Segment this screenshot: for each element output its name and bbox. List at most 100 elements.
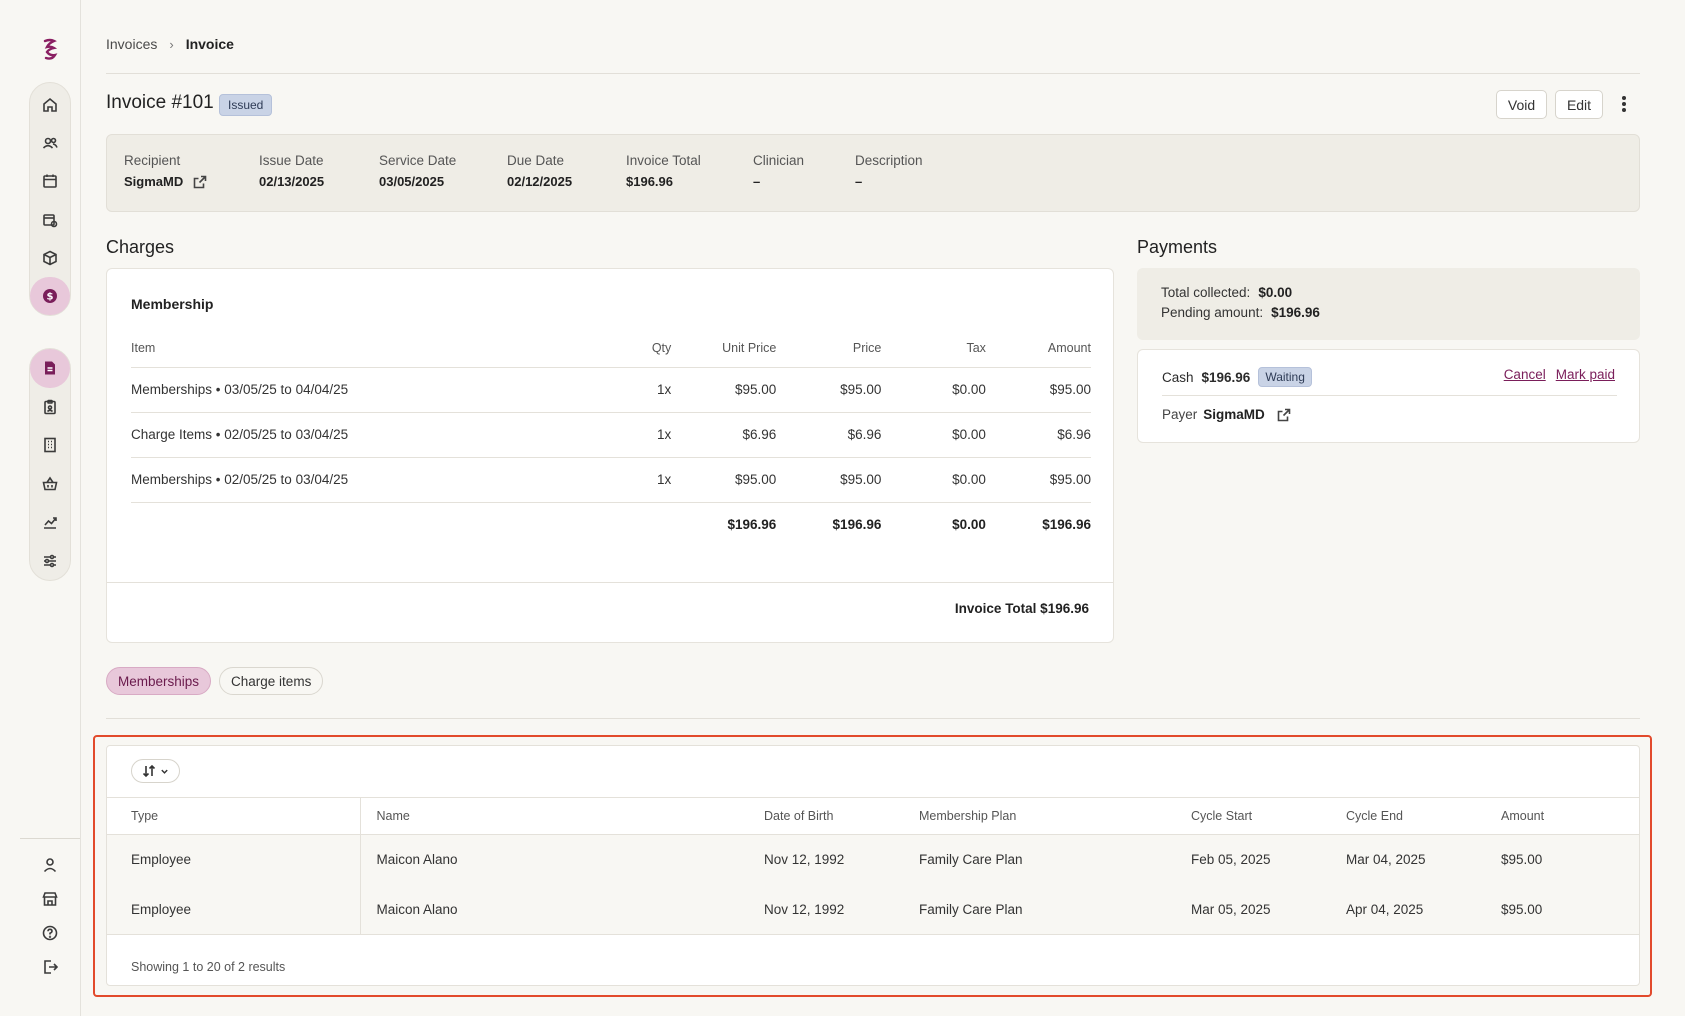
dollar-icon: $ [43, 288, 57, 303]
charges-divider [107, 582, 1113, 583]
nav-home[interactable] [30, 86, 70, 124]
box-icon [43, 250, 57, 266]
column-header-type[interactable]: Type [107, 797, 361, 835]
table-row: Memberships • 02/05/25 to 03/04/25 1x $9… [131, 457, 1091, 503]
nav-clinic[interactable] [30, 882, 70, 916]
charge-amount: $95.00 [985, 457, 1091, 503]
tab-memberships[interactable]: Memberships [106, 667, 212, 695]
nav-calendar[interactable] [30, 162, 70, 200]
edit-button[interactable]: Edit [1555, 90, 1603, 119]
charge-unit-price: $95.00 [671, 367, 777, 413]
header-divider [106, 73, 1640, 74]
external-link-icon[interactable] [1277, 408, 1291, 422]
pending-amount-row: Pending amount: $196.96 [1161, 305, 1616, 325]
payer-name: SigmaMD [1203, 407, 1265, 422]
nav-claims[interactable] [30, 388, 70, 427]
nav-schedule[interactable] [30, 201, 70, 239]
nav-group-primary: $ [29, 82, 71, 316]
column-header-cycle-end[interactable]: Cycle End [1330, 797, 1485, 835]
description-value: – [855, 174, 863, 189]
cell-amount: $95.00 [1485, 834, 1639, 885]
mark-paid-link[interactable]: Mark paid [1556, 367, 1615, 382]
total-collected-row: Total collected: $0.00 [1161, 285, 1616, 305]
tab-charge-items[interactable]: Charge items [219, 667, 324, 695]
cancel-payment-link[interactable]: Cancel [1504, 367, 1546, 382]
total-spacer [652, 502, 671, 547]
home-icon [43, 98, 57, 112]
column-header-dob[interactable]: Date of Birth [748, 797, 903, 835]
cell-name: Maicon Alano [360, 884, 748, 935]
charge-amount: $95.00 [985, 367, 1091, 413]
memberships-panel: Type Name Date of Birth Membership Plan … [106, 745, 1640, 986]
calendar-icon [43, 174, 57, 189]
column-header-amount[interactable]: Amount [1485, 797, 1639, 835]
tabs-divider [106, 718, 1640, 719]
nav-patients[interactable] [30, 124, 70, 162]
column-header-name[interactable]: Name [360, 797, 748, 835]
column-header: Price [776, 341, 882, 368]
nav-billing[interactable]: $ [30, 276, 70, 316]
summary-recipient: Recipient SigmaMD [124, 153, 207, 189]
table-row: Charge Items • 02/05/25 to 03/04/25 1x $… [131, 412, 1091, 458]
charges-title: Charges [106, 237, 175, 257]
total-amount: $196.96 [1042, 517, 1091, 533]
due-date-label: Due Date [507, 153, 565, 168]
users-icon [42, 137, 58, 149]
nav-store[interactable] [30, 465, 70, 504]
void-button[interactable]: Void [1496, 90, 1547, 119]
external-link-icon[interactable] [193, 175, 207, 189]
nav-products[interactable] [30, 239, 70, 277]
building-icon [44, 437, 56, 453]
charge-qty: 1x [651, 457, 672, 503]
cell-name: Maicon Alano [360, 834, 748, 885]
nav-group-account [29, 848, 71, 984]
invoice-total: Invoice Total $196.96 [954, 601, 1089, 616]
nav-organizations[interactable] [30, 426, 70, 465]
help-icon [42, 925, 58, 941]
charge-qty: 1x [651, 367, 672, 413]
nav-profile[interactable] [30, 848, 70, 882]
payment-status-badge: Waiting [1258, 367, 1312, 387]
nav-invoices[interactable] [30, 349, 70, 388]
sidebar-divider [20, 838, 80, 839]
table-header-row: Type Name Date of Birth Membership Plan … [107, 797, 1639, 835]
pending-amount-label: Pending amount: [1161, 305, 1264, 320]
column-header-plan[interactable]: Membership Plan [903, 797, 1175, 835]
total-collected-value: $0.00 [1258, 285, 1293, 300]
chevron-down-icon [161, 769, 168, 774]
table-row[interactable]: Employee Maicon Alano Nov 12, 1992 Famil… [107, 884, 1639, 935]
nav-help[interactable] [30, 916, 70, 950]
payments-summary: Total collected: $0.00 Pending amount: $… [1137, 268, 1640, 340]
payer-label: Payer [1162, 407, 1198, 422]
charge-item: Memberships • 03/05/25 to 04/04/25 [131, 367, 652, 413]
logo-icon [43, 38, 58, 60]
total-price: $196.96 [832, 517, 882, 533]
charge-price: $95.00 [776, 367, 882, 413]
logo[interactable] [38, 36, 62, 64]
summary-description: Description – [855, 153, 923, 189]
calendar-check-icon [43, 213, 58, 227]
store-icon [42, 892, 58, 906]
more-options-icon[interactable] [1618, 94, 1630, 114]
invoice-total-value: $196.96 [626, 174, 673, 189]
logout-icon [44, 960, 58, 974]
cell-type: Employee [107, 834, 361, 885]
nav-logout[interactable] [30, 950, 70, 984]
breadcrumb: Invoices › Invoice [106, 36, 234, 52]
cell-amount: $95.00 [1485, 884, 1639, 935]
cell-cycle-end: Apr 04, 2025 [1330, 884, 1485, 935]
breadcrumb-invoices[interactable]: Invoices [106, 36, 157, 52]
clipboard-icon [44, 399, 56, 415]
column-header-cycle-start[interactable]: Cycle Start [1175, 797, 1330, 835]
page-title: Invoice #101 [106, 92, 214, 113]
total-spacer [131, 502, 652, 547]
table-row[interactable]: Employee Maicon Alano Nov 12, 1992 Famil… [107, 834, 1639, 885]
table-row: Memberships • 03/05/25 to 04/04/25 1x $9… [131, 367, 1091, 413]
total-tax: $0.00 [952, 517, 986, 533]
user-icon [43, 858, 57, 873]
nav-reports[interactable] [30, 503, 70, 542]
nav-settings[interactable] [30, 542, 70, 581]
breadcrumb-current: Invoice [185, 36, 234, 52]
payment-actions: Cancel Mark paid [1504, 367, 1615, 382]
sort-button[interactable] [131, 759, 180, 783]
